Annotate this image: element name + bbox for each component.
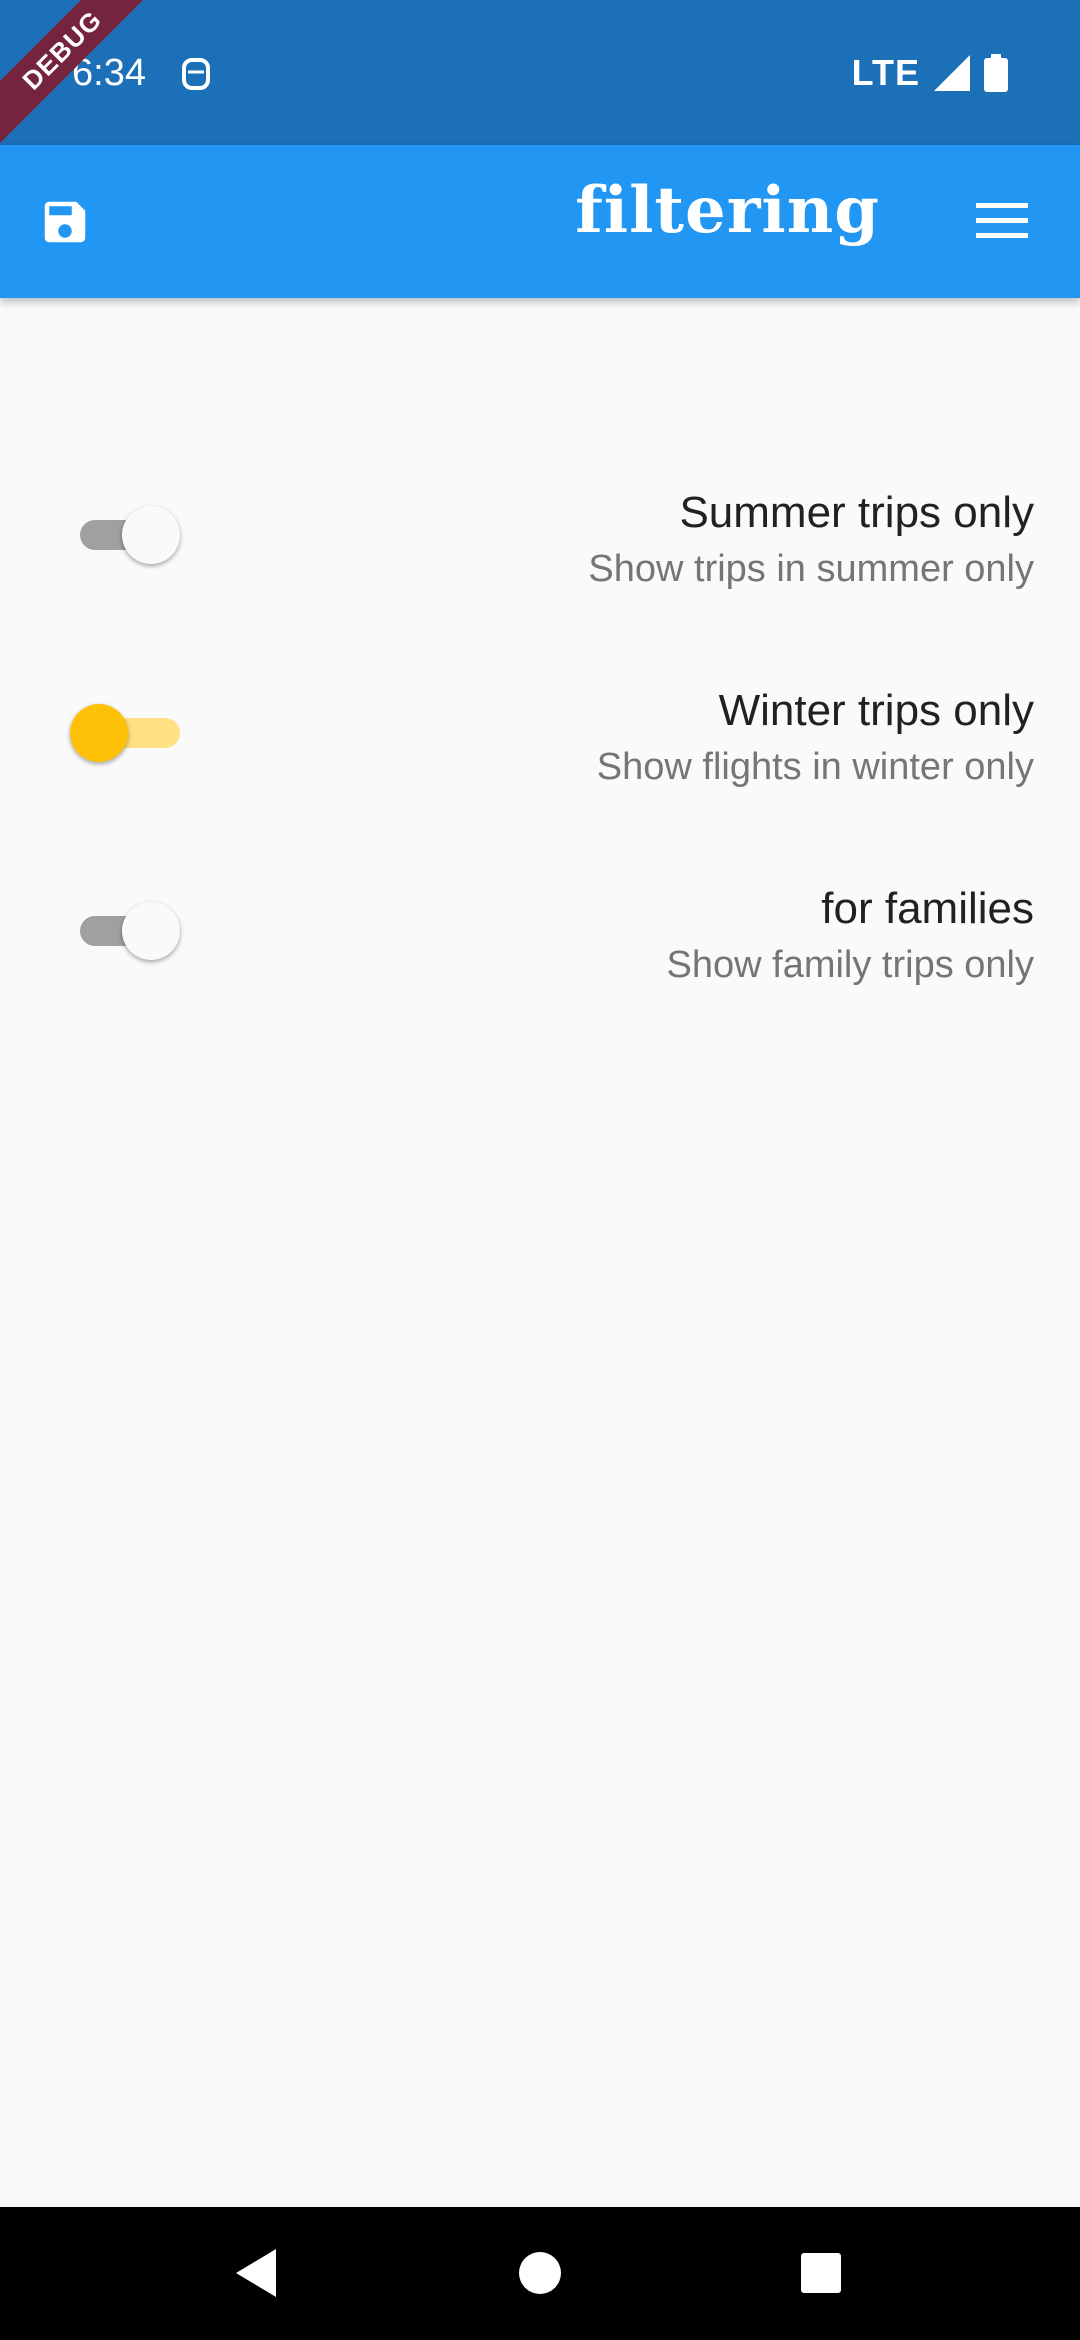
- sim-card-icon: [182, 58, 210, 90]
- status-bar: 6:34 LTE: [0, 0, 1080, 145]
- filter-title: Summer trips only: [679, 488, 1034, 537]
- filter-subtitle: Show flights in winter only: [596, 746, 1034, 788]
- filter-text: for families Show family trips only: [667, 881, 1034, 993]
- system-nav-bar: [0, 2207, 1080, 2340]
- battery-icon: [984, 54, 1008, 92]
- filter-row-families[interactable]: for families Show family trips only: [0, 851, 1080, 1011]
- app-bar: filtering: [0, 145, 1080, 298]
- home-icon[interactable]: [519, 2252, 561, 2294]
- families-toggle[interactable]: [70, 901, 190, 961]
- filter-text: Winter trips only Show flights in winter…: [597, 683, 1034, 795]
- network-type: LTE: [851, 52, 920, 93]
- filter-title: for families: [821, 884, 1034, 933]
- back-icon[interactable]: [232, 2247, 280, 2299]
- save-icon[interactable]: [38, 195, 92, 249]
- signal-icon: [934, 55, 970, 91]
- summer-toggle[interactable]: [70, 505, 190, 565]
- filter-subtitle: Show trips in summer only: [588, 548, 1034, 590]
- winter-toggle[interactable]: [70, 703, 190, 763]
- recents-icon[interactable]: [801, 2253, 841, 2293]
- status-indicators: LTE: [852, 52, 1008, 94]
- filter-row-winter[interactable]: Winter trips only Show flights in winter…: [0, 653, 1080, 813]
- switch-thumb[interactable]: [122, 902, 180, 960]
- menu-icon[interactable]: [976, 201, 1028, 241]
- switch-thumb[interactable]: [122, 506, 180, 564]
- filter-title: Winter trips only: [718, 686, 1034, 735]
- filter-subtitle: Show family trips only: [666, 944, 1034, 986]
- filter-row-summer[interactable]: Summer trips only Show trips in summer o…: [0, 455, 1080, 615]
- filter-text: Summer trips only Show trips in summer o…: [588, 485, 1034, 597]
- switch-thumb[interactable]: [70, 704, 128, 762]
- page-title: filtering: [575, 173, 880, 248]
